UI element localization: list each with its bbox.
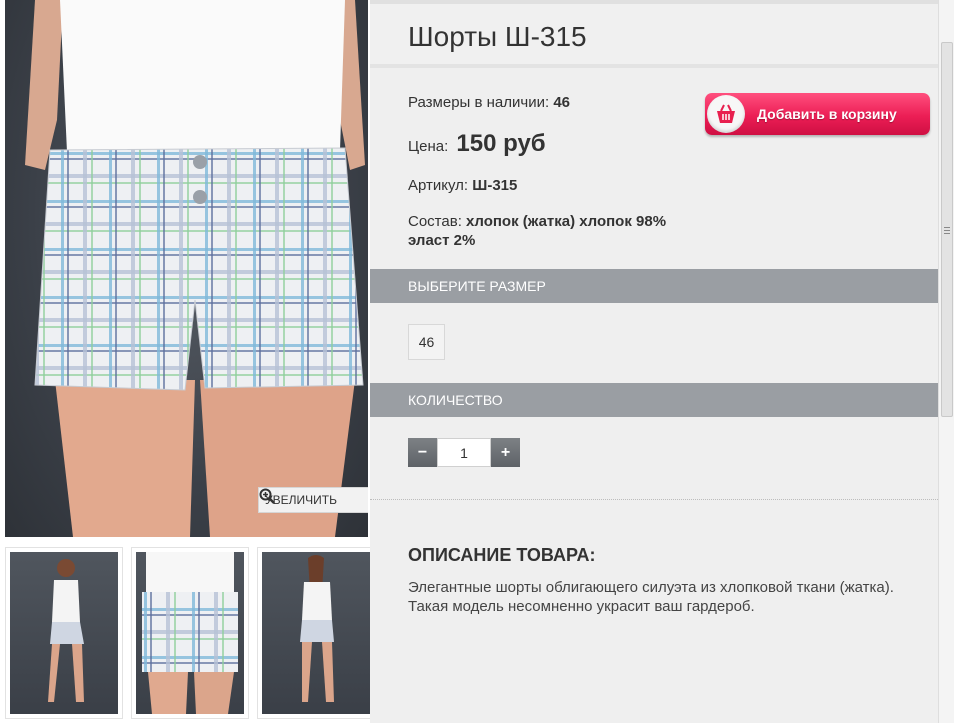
divider bbox=[370, 499, 938, 500]
main-product-photo[interactable]: УВЕЛИЧИТЬ bbox=[5, 0, 368, 537]
quantity-decrement-button[interactable]: − bbox=[408, 438, 437, 467]
zoom-button[interactable]: УВЕЛИЧИТЬ bbox=[258, 487, 368, 513]
product-title: Шорты Ш-315 bbox=[408, 21, 587, 52]
description-title: ОПИСАНИЕ ТОВАРА: bbox=[408, 545, 596, 565]
quantity-input[interactable] bbox=[437, 438, 491, 467]
scrollbar-thumb[interactable] bbox=[941, 42, 953, 417]
add-to-cart-button[interactable]: Добавить в корзину bbox=[705, 93, 930, 135]
thumbnail-closeup-image bbox=[142, 552, 238, 714]
basket-icon bbox=[717, 104, 735, 123]
product-details-panel: Шорты Ш-315 Размеры в наличии: 46 Цена: … bbox=[370, 0, 938, 723]
thumbnail-back-image bbox=[300, 555, 334, 702]
thumbnail-strip bbox=[5, 547, 375, 723]
magnifier-plus-icon bbox=[259, 488, 275, 504]
composition: Состав: хлопок (жатка) хлопок 98% эласт … bbox=[408, 213, 667, 249]
sku-value: Ш-315 bbox=[472, 177, 518, 194]
price-value: 150 руб bbox=[456, 130, 546, 157]
vertical-scrollbar[interactable] bbox=[938, 0, 954, 723]
quantity-increment-button[interactable]: + bbox=[491, 438, 520, 467]
title-bar: Шорты Ш-315 bbox=[370, 0, 938, 68]
sizes-value: 46 bbox=[553, 94, 570, 111]
price: Цена: 150 руб bbox=[408, 130, 546, 157]
description-text: Элегантные шорты облигающего силуэта из … bbox=[408, 579, 894, 615]
add-to-cart-label: Добавить в корзину bbox=[757, 106, 897, 122]
product-gallery: УВЕЛИЧИТЬ bbox=[0, 0, 375, 723]
scrollbar-grip-icon bbox=[944, 227, 950, 236]
product-photo-illustration bbox=[25, 0, 365, 537]
size-section-header: ВЫБЕРИТЕ РАЗМЕР bbox=[370, 269, 938, 303]
thumbnail-front-image bbox=[48, 559, 84, 702]
thumbnail-front[interactable] bbox=[5, 547, 123, 719]
quantity-section-header: КОЛИЧЕСТВО bbox=[370, 383, 938, 417]
thumbnail-closeup[interactable] bbox=[131, 547, 249, 719]
sku: Артикул: Ш-315 bbox=[408, 177, 518, 194]
sizes-available: Размеры в наличии: 46 bbox=[408, 94, 570, 111]
zoom-label: УВЕЛИЧИТЬ bbox=[265, 493, 337, 507]
thumbnail-back[interactable] bbox=[257, 547, 375, 719]
quantity-stepper: − + bbox=[408, 438, 520, 467]
size-option-46[interactable]: 46 bbox=[408, 324, 445, 360]
